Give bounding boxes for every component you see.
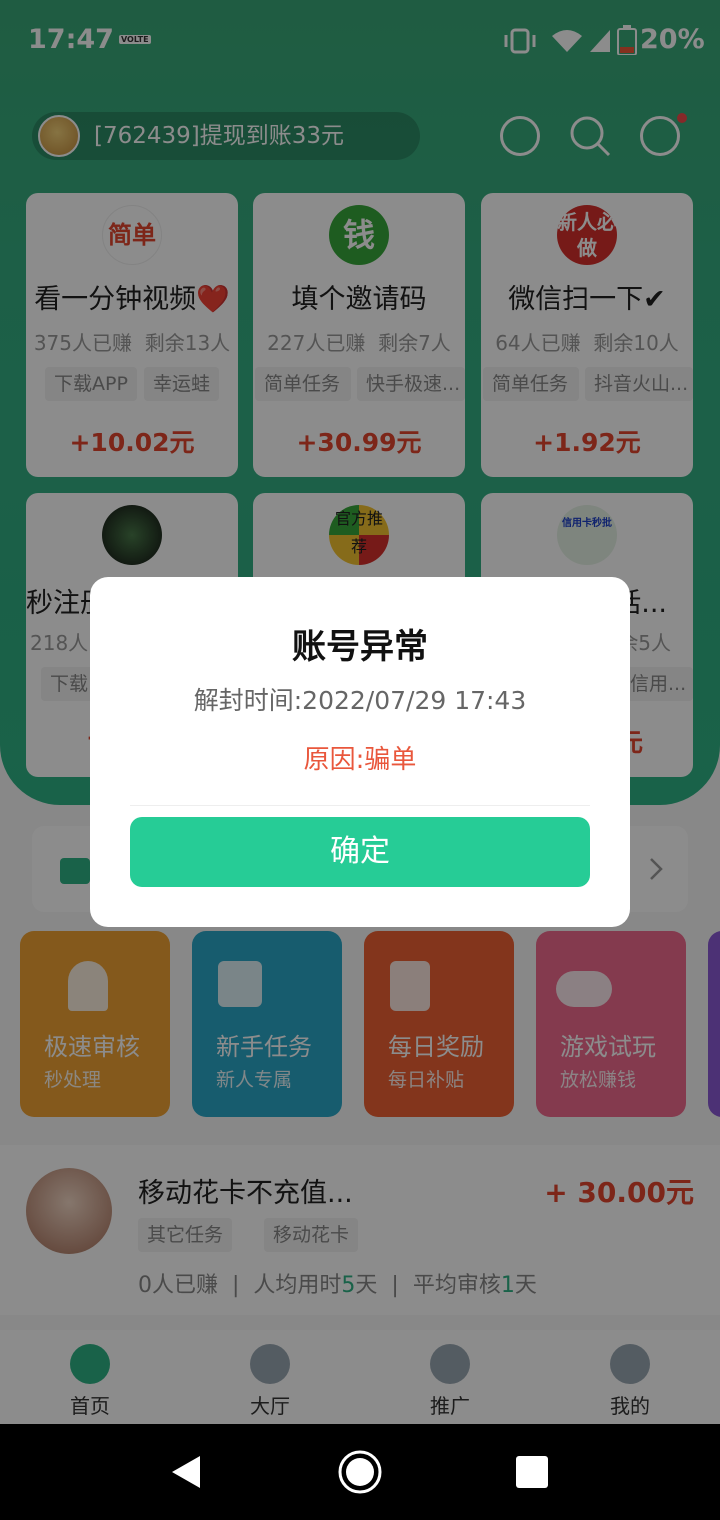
back-icon[interactable] <box>170 1454 202 1490</box>
account-abnormal-dialog: 账号异常 解封时间:2022/07/29 17:43 原因:骗单 确定 <box>90 577 630 927</box>
dialog-title: 账号异常 <box>292 627 428 667</box>
confirm-button[interactable]: 确定 <box>130 817 590 887</box>
system-nav-bar <box>0 1424 720 1520</box>
app-screen: 17:47 VOLTE 20% [762439]提现到账33元 简单 看一分钟视… <box>0 0 720 1520</box>
recents-icon[interactable] <box>516 1456 548 1488</box>
home-nav-icon[interactable] <box>337 1449 383 1495</box>
divider <box>130 805 590 806</box>
dialog-unlock-time: 解封时间:2022/07/29 17:43 <box>193 686 527 715</box>
dialog-reason: 原因:骗单 <box>303 745 417 775</box>
